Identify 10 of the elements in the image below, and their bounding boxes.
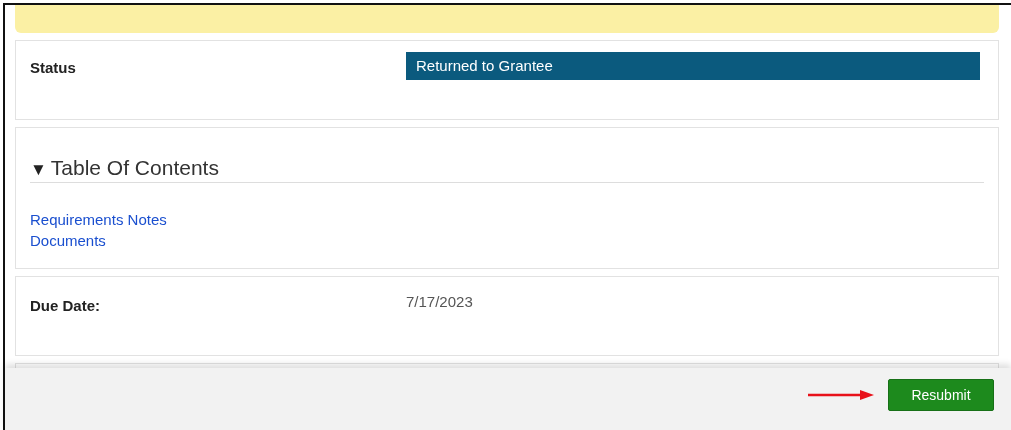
contents-link[interactable]: Requirements Notes — [30, 209, 167, 230]
resubmit-button[interactable]: Resubmit — [888, 379, 994, 411]
contents-link[interactable]: Documents — [30, 230, 106, 251]
arrow-icon — [808, 390, 874, 400]
collapse-toggle[interactable]: ▼ — [30, 160, 47, 180]
status-value: Returned to Grantee — [406, 52, 980, 80]
contents-title: Table Of Contents — [50, 156, 219, 180]
due-date-label: Due Date: — [30, 297, 101, 314]
due-date-value: 7/17/2023 — [406, 293, 473, 310]
status-label: Status — [30, 59, 77, 76]
